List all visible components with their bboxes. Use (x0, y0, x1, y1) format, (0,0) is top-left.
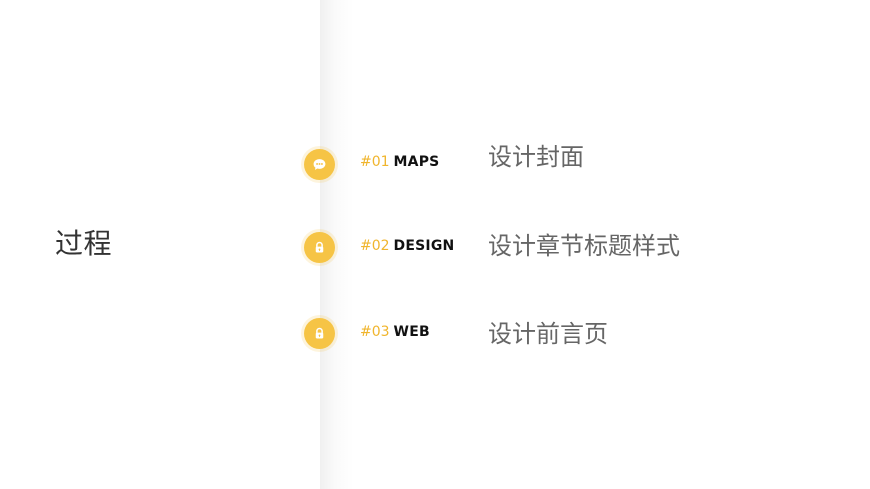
lock-icon (304, 318, 335, 349)
item-description: 设计前言页 (488, 320, 608, 348)
chat-bubble-icon (304, 149, 335, 180)
slide: 过程 #01 MAPS 设计封面 #02 DESIGN 设计章节标题样式 #03… (0, 0, 870, 489)
item-tag: #02 DESIGN (360, 238, 454, 258)
left-panel: 过程 (0, 0, 320, 489)
item-number: #03 (360, 324, 390, 340)
item-tag: #03 WEB (360, 324, 430, 344)
section-title: 过程 (55, 227, 113, 260)
process-item-web: #03 WEB 设计前言页 (0, 0, 870, 349)
lock-icon (304, 232, 335, 263)
item-number: #01 (360, 154, 390, 170)
item-description: 设计封面 (488, 143, 584, 171)
item-label: DESIGN (393, 238, 455, 254)
item-tag: #01 MAPS (360, 154, 439, 174)
item-description: 设计章节标题样式 (488, 232, 680, 260)
item-label: WEB (393, 324, 430, 340)
item-number: #02 (360, 238, 390, 254)
item-label: MAPS (393, 154, 440, 170)
